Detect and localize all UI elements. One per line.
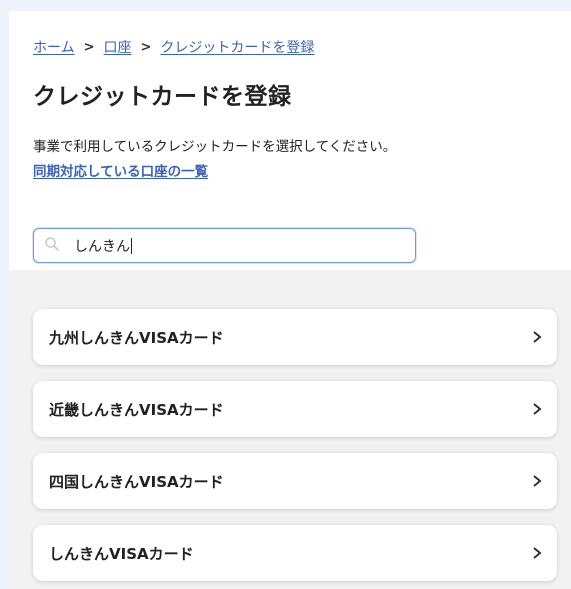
- chevron-right-icon: [533, 331, 542, 343]
- list-item-label: 近畿しんきんVISAカード: [49, 400, 224, 419]
- chevron-right-icon: >: [140, 39, 152, 55]
- list-item[interactable]: 四国しんきんVISAカード: [33, 453, 557, 509]
- supported-accounts-link[interactable]: 同期対応している口座の一覧: [33, 160, 208, 180]
- chevron-right-icon: [533, 475, 542, 487]
- chevron-right-icon: >: [83, 39, 95, 55]
- header-section: ホーム > 口座 > クレジットカードを登録 クレジットカードを登録 事業で利用…: [9, 11, 571, 270]
- list-item-label: しんきんVISAカード: [49, 544, 194, 563]
- breadcrumb-home-link[interactable]: ホーム: [33, 37, 75, 57]
- search-input[interactable]: しんきん: [33, 228, 416, 263]
- search-icon: [44, 236, 74, 256]
- breadcrumb-current-link[interactable]: クレジットカードを登録: [160, 37, 314, 57]
- page-container: ホーム > 口座 > クレジットカードを登録 クレジットカードを登録 事業で利用…: [9, 11, 571, 589]
- text-cursor: [131, 237, 132, 254]
- breadcrumb-accounts-link[interactable]: 口座: [104, 37, 132, 57]
- results-list: 九州しんきんVISAカード 近畿しんきんVISAカード 四国しんきんVISAカー…: [9, 270, 571, 589]
- chevron-right-icon: [533, 403, 542, 415]
- list-item[interactable]: 近畿しんきんVISAカード: [33, 381, 557, 437]
- page-description: 事業で利用しているクレジットカードを選択してください。: [33, 139, 397, 155]
- page-title: クレジットカードを登録: [33, 84, 292, 110]
- search-value[interactable]: しんきん: [74, 236, 130, 256]
- list-item[interactable]: しんきんVISAカード: [33, 525, 557, 581]
- chevron-right-icon: [533, 547, 542, 559]
- list-item-label: 九州しんきんVISAカード: [49, 328, 224, 347]
- breadcrumb: ホーム > 口座 > クレジットカードを登録: [33, 37, 547, 57]
- list-item-label: 四国しんきんVISAカード: [49, 472, 224, 491]
- list-item[interactable]: 九州しんきんVISAカード: [33, 309, 557, 365]
